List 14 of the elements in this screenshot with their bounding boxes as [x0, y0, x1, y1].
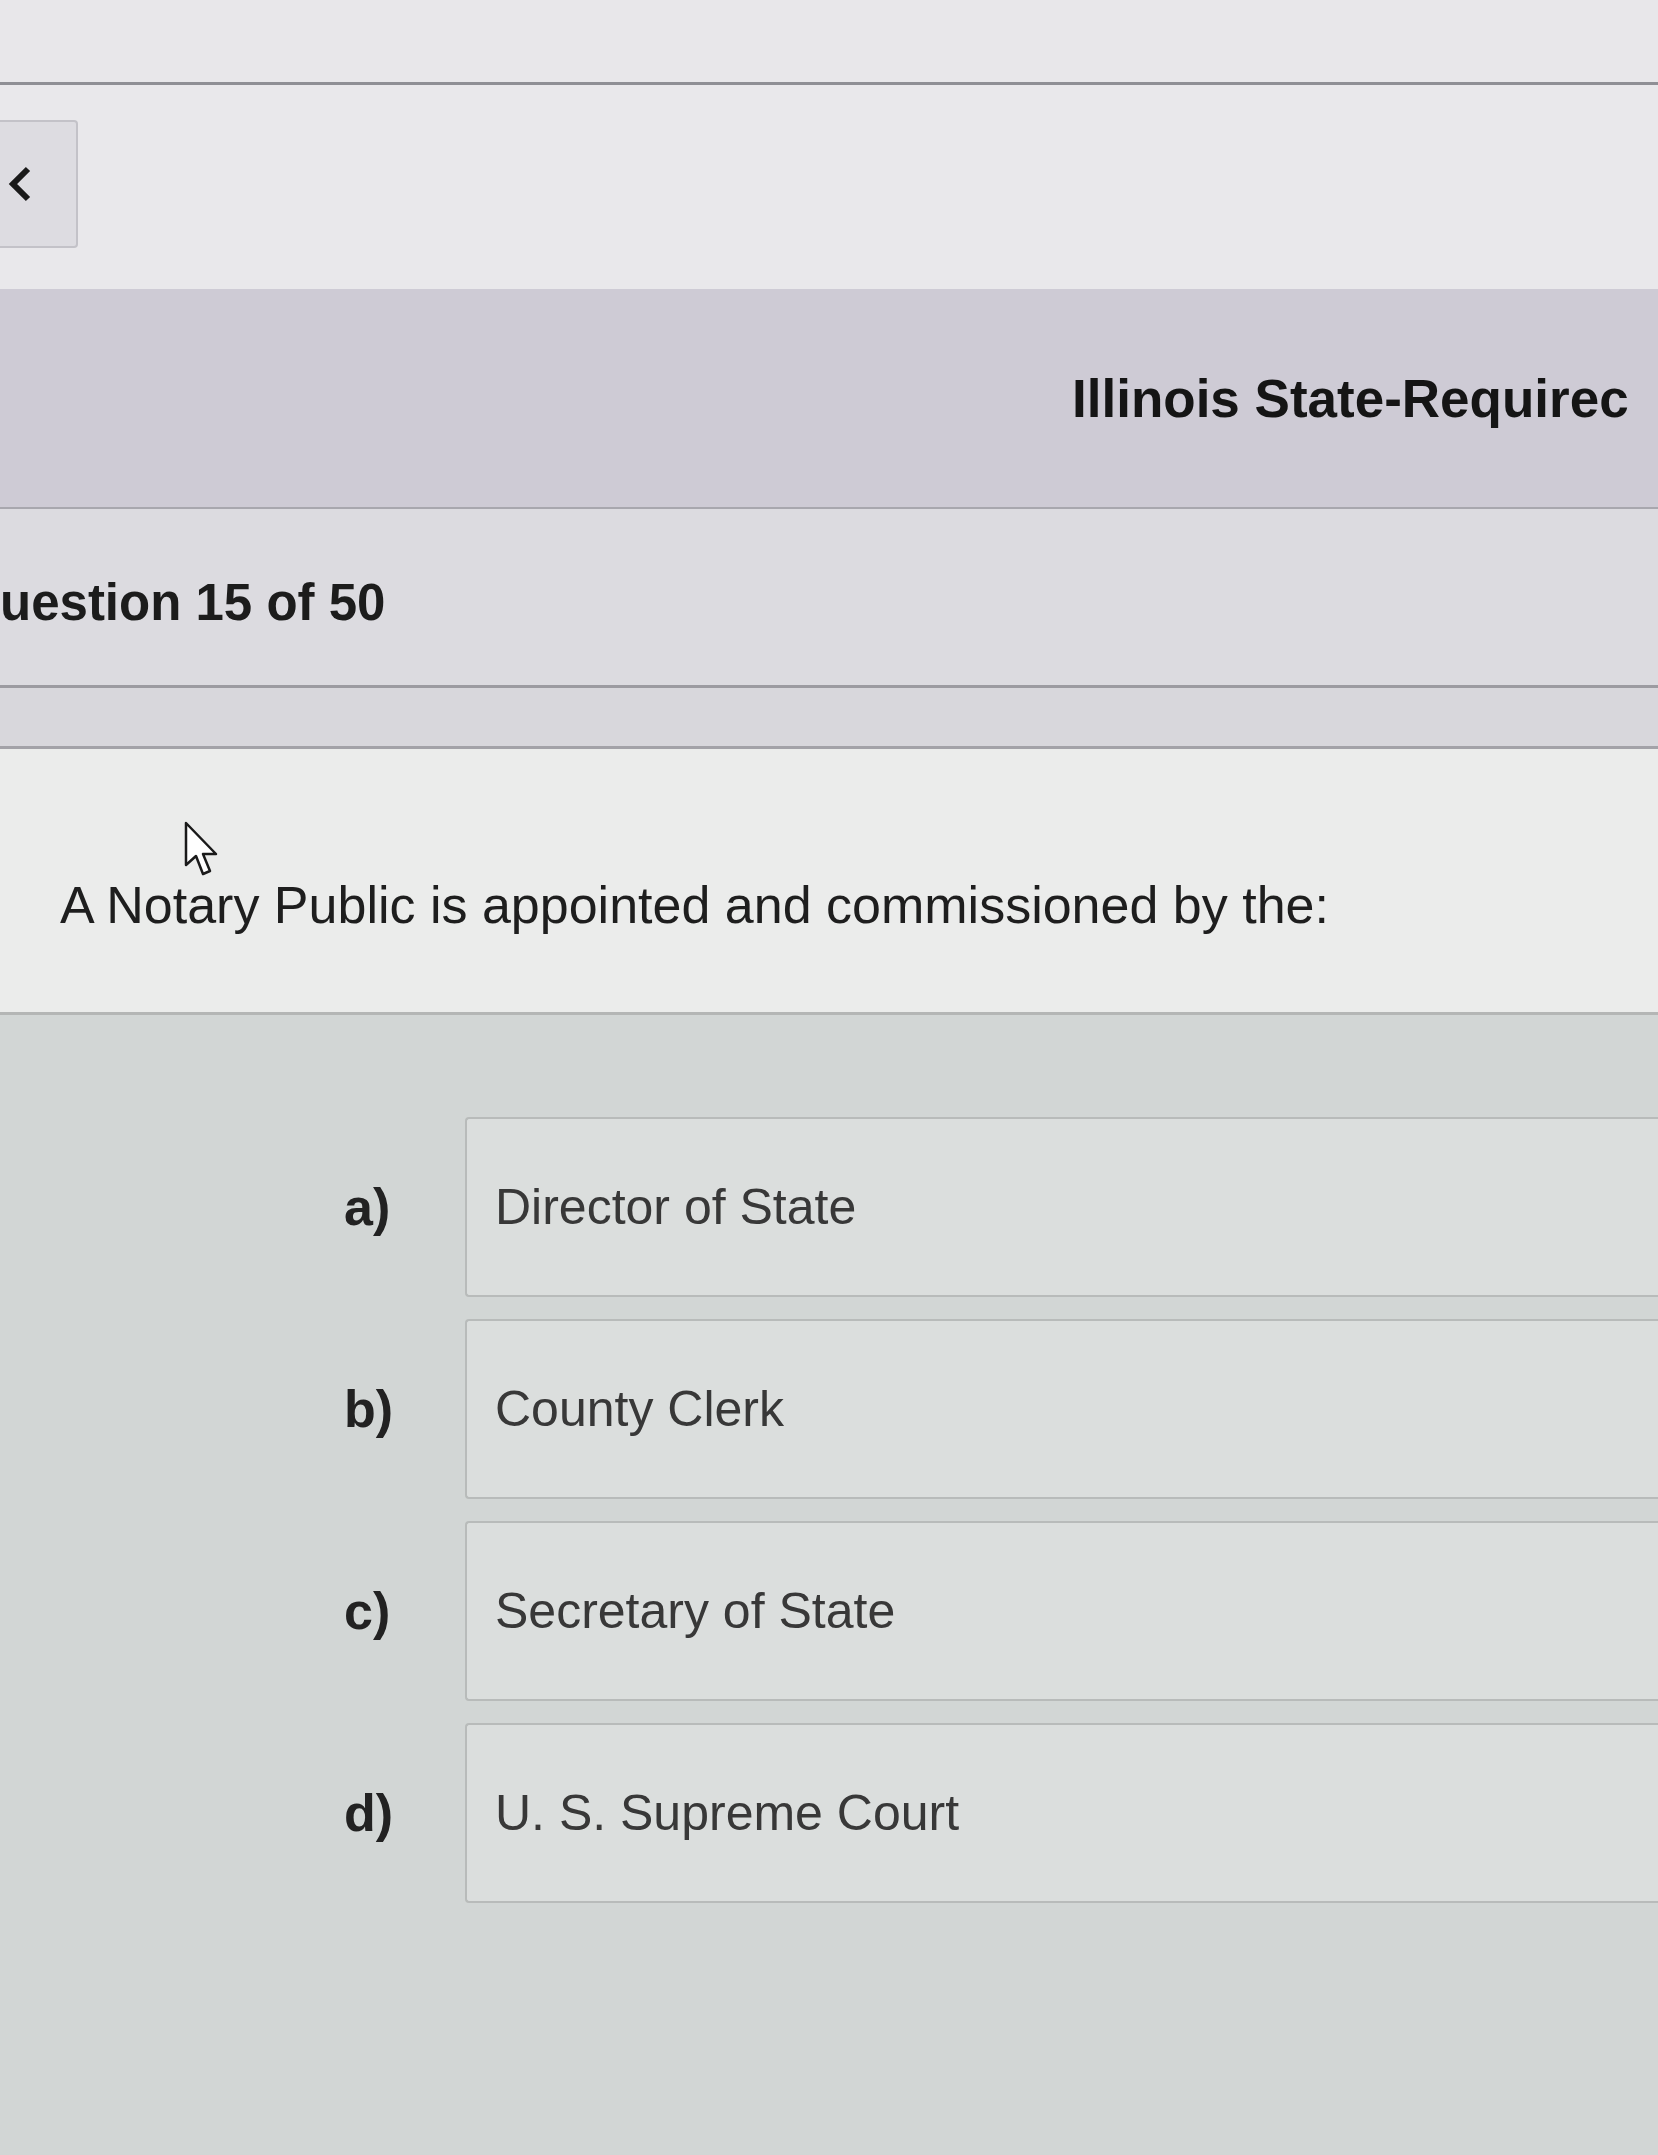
answer-option[interactable]: County Clerk [465, 1319, 1658, 1499]
option-letter: d) [344, 1783, 395, 1843]
mouse-pointer-icon [184, 821, 218, 877]
chevron-left-icon [8, 165, 32, 203]
answer-option[interactable]: U. S. Supreme Court [465, 1723, 1658, 1903]
option-letter: c) [344, 1581, 392, 1641]
answer-option[interactable]: Director of State [465, 1117, 1658, 1297]
question-counter: uestion 15 of 50 [0, 572, 386, 632]
answer-option[interactable]: Secretary of State [465, 1521, 1658, 1701]
back-button[interactable] [0, 120, 78, 248]
question-text: A Notary Public is appointed and commissioned by the: [60, 874, 1329, 935]
course-title: Illinois State-Requirec [1072, 367, 1629, 429]
option-letter: a) [344, 1177, 392, 1237]
option-letter: b) [344, 1379, 395, 1439]
